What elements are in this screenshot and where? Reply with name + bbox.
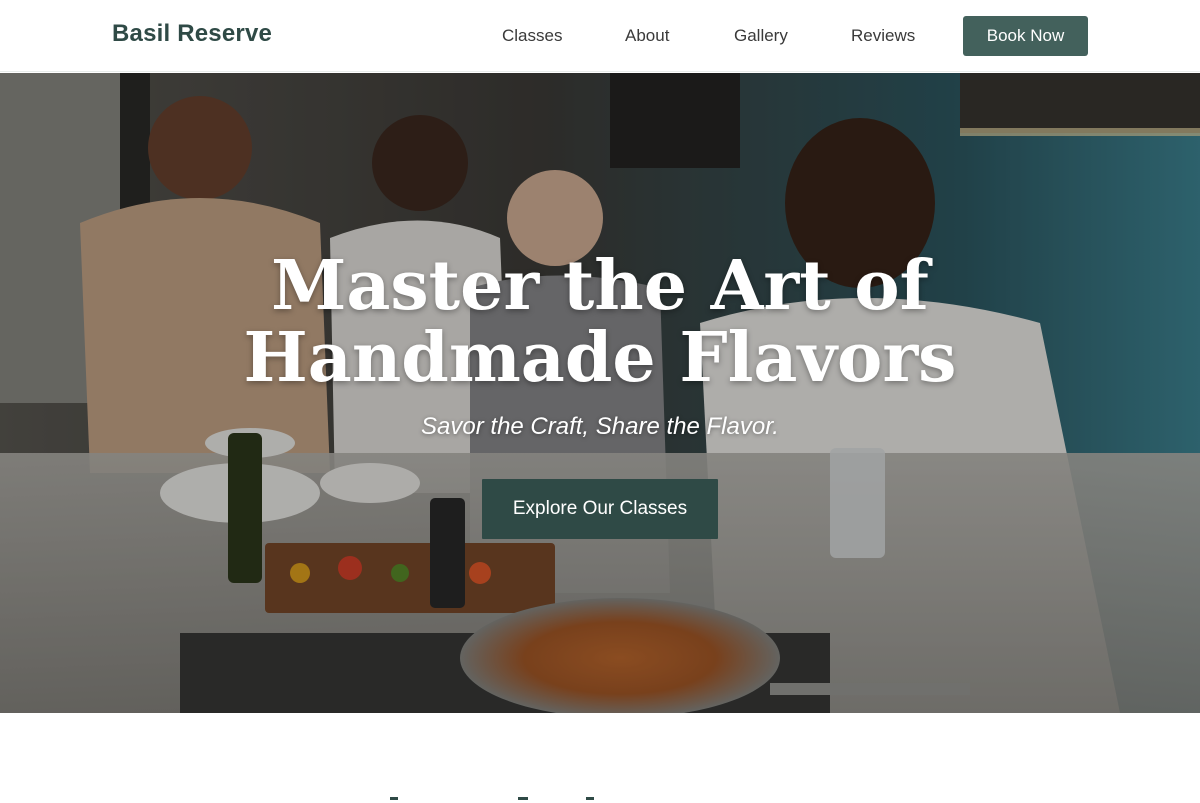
nav-link-gallery[interactable]: Gallery — [734, 26, 788, 46]
nav-link-reviews[interactable]: Reviews — [851, 26, 915, 46]
section-heading-peek — [390, 797, 594, 800]
explore-classes-button[interactable]: Explore Our Classes — [482, 479, 718, 539]
hero-title-line-1: Master the Art of — [271, 246, 929, 326]
hero-title: Master the Art of Handmade Flavors — [150, 250, 1050, 394]
hero-section: Master the Art of Handmade Flavors Savor… — [0, 73, 1200, 713]
nav-link-classes[interactable]: Classes — [502, 26, 562, 46]
next-section — [0, 713, 1200, 800]
site-header: Basil Reserve Classes About Gallery Revi… — [0, 0, 1200, 72]
nav-link-about[interactable]: About — [625, 26, 669, 46]
site-logo[interactable]: Basil Reserve — [112, 20, 272, 48]
book-now-button[interactable]: Book Now — [963, 16, 1088, 56]
hero-subtitle: Savor the Craft, Share the Flavor. — [421, 413, 779, 440]
hero-title-line-2: Handmade Flavors — [243, 318, 957, 398]
